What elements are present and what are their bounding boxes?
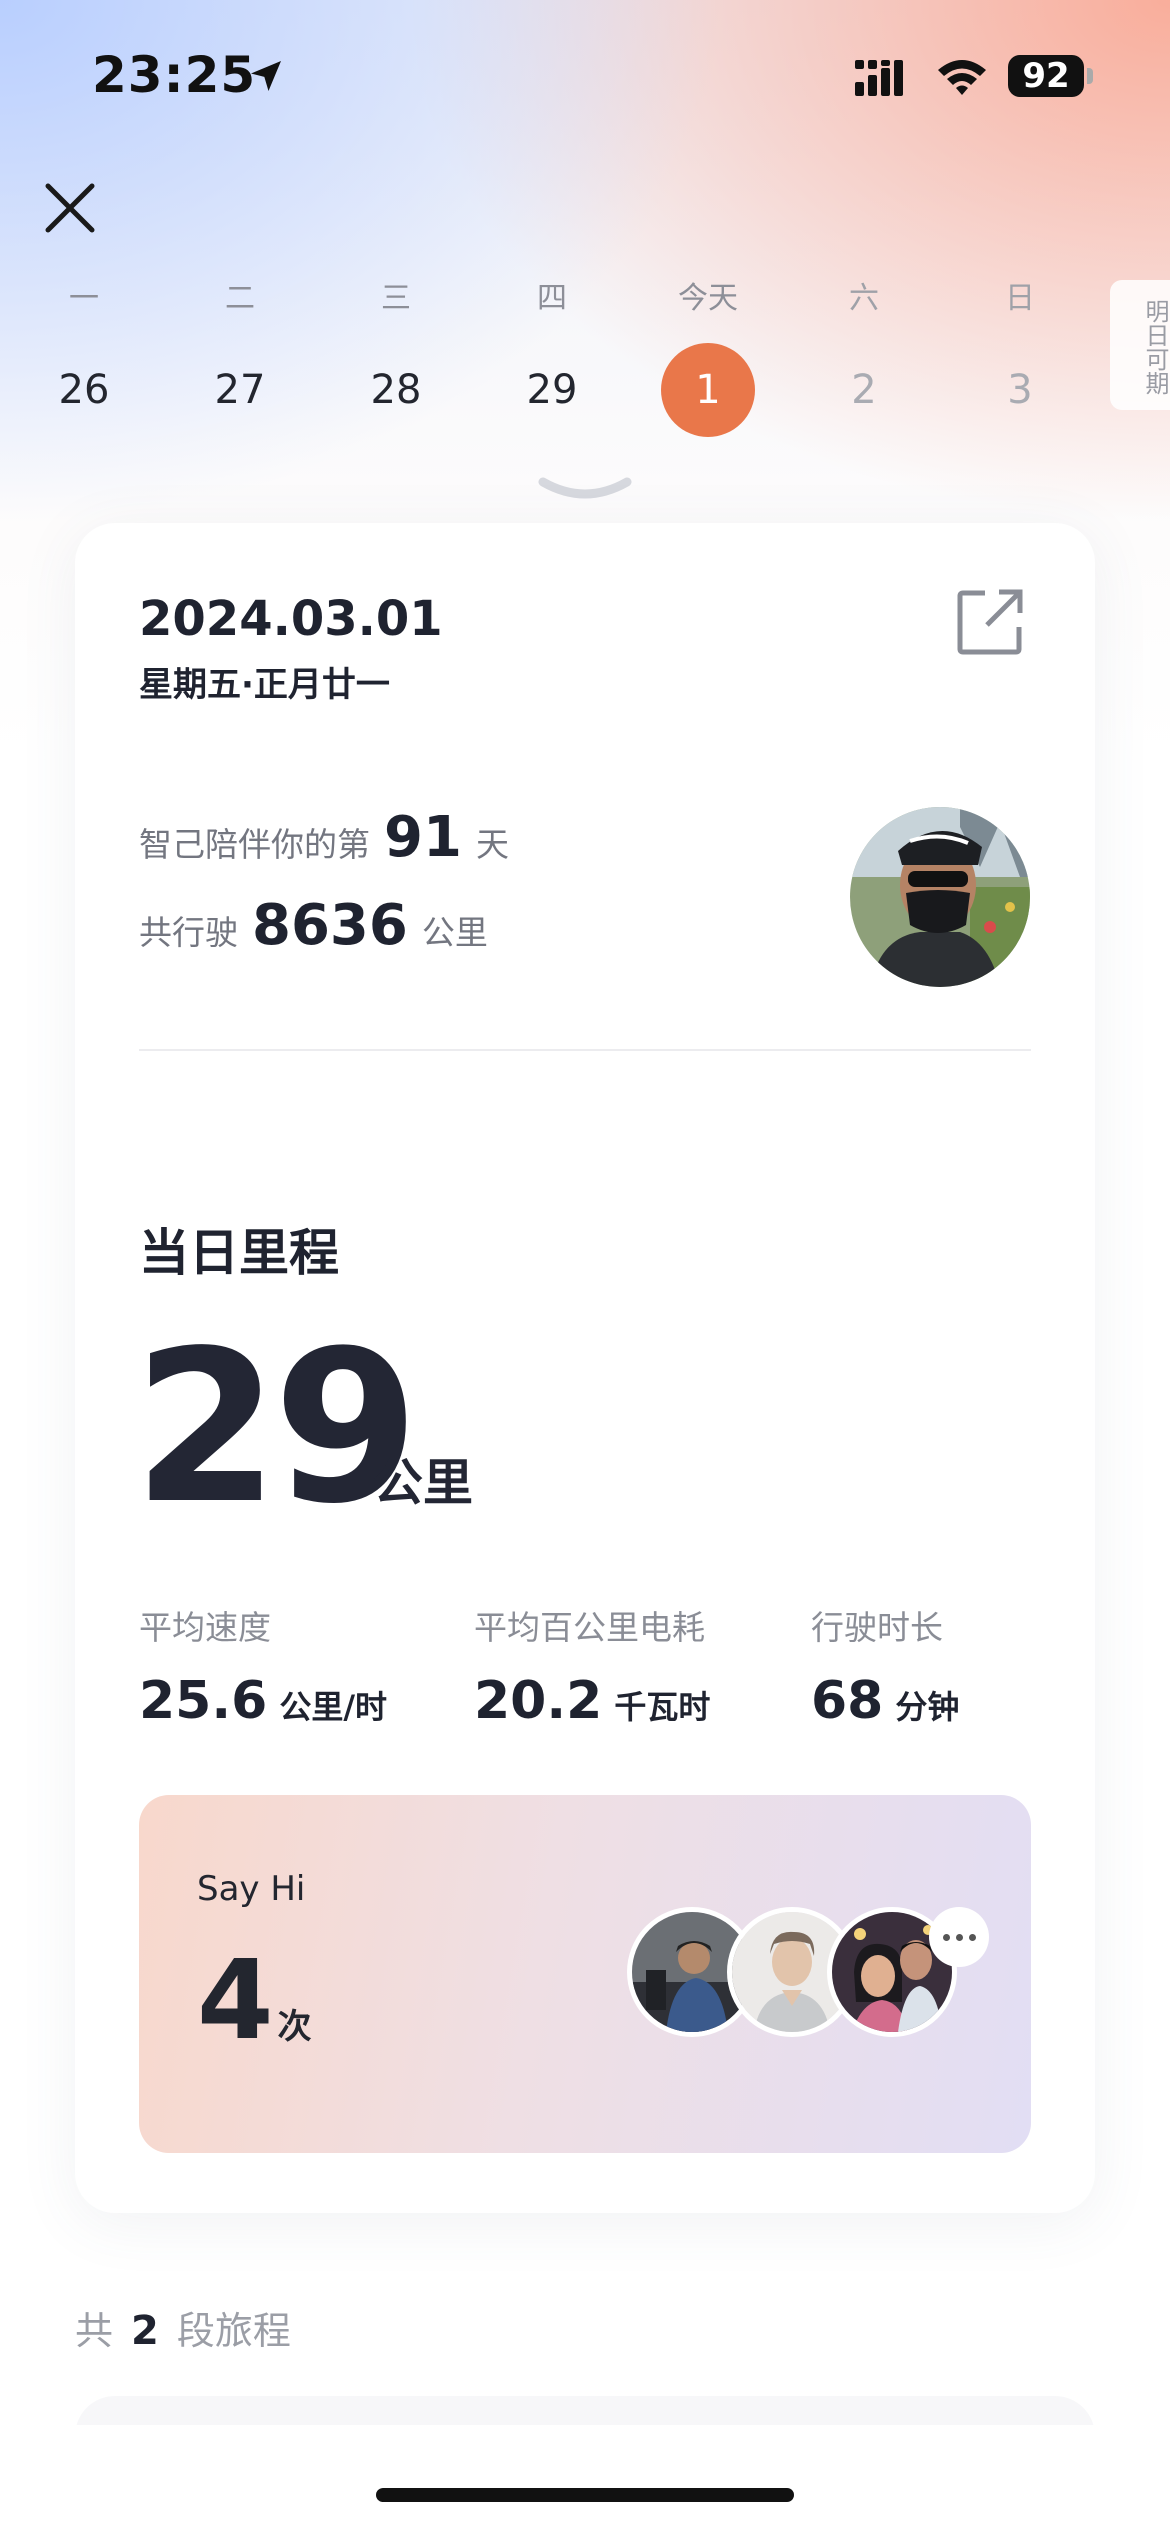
total-distance-value: 8636: [252, 893, 408, 958]
date-subtitle: 星期五·正月廿一: [139, 665, 390, 705]
day-today[interactable]: 今天 1: [648, 275, 768, 437]
stat-value-row: 20.2 千瓦时: [474, 1671, 710, 1731]
stat-unit: 分钟: [895, 1688, 960, 1726]
day-label: 三: [381, 281, 411, 316]
trips-count-heading: 共 2 段旅程: [75, 2300, 291, 2355]
day-thu[interactable]: 四 29: [492, 275, 612, 437]
companion-days-value: 91: [384, 805, 462, 870]
status-bar: 23:25 92: [0, 0, 1170, 150]
user-avatar[interactable]: [850, 807, 1030, 987]
share-icon[interactable]: [955, 587, 1025, 657]
day-number: 27: [214, 367, 266, 413]
trips-suffix: 段旅程: [176, 2309, 291, 2353]
stat-energy-consumption: 平均百公里电耗 20.2 千瓦时: [474, 1601, 710, 1731]
day-number: 26: [58, 367, 110, 413]
total-prefix: 共行驶: [139, 913, 238, 952]
stat-value-row: 68 分钟: [811, 1671, 959, 1731]
home-indicator[interactable]: [376, 2488, 794, 2502]
day-wed[interactable]: 三 28: [336, 275, 456, 437]
stat-label: 平均百公里电耗: [474, 1608, 705, 1647]
day-label: 六: [849, 281, 879, 316]
stat-value: 25.6: [139, 1671, 268, 1731]
week-date-strip: 一 26 二 27 三 28 四 29 今天 1 六 2 日 3: [0, 275, 1170, 455]
cellular-signal-icon: [855, 60, 903, 96]
tomorrow-hint-tab: 明日可期: [1110, 280, 1170, 410]
bottom-safe-area: [0, 2425, 1170, 2532]
stat-label: 行驶时长: [811, 1608, 943, 1647]
total-distance-line: 共行驶 8636 公里: [139, 893, 488, 958]
close-icon[interactable]: [44, 182, 96, 234]
daily-mileage-unit: 公里: [373, 1454, 473, 1512]
stat-unit: 千瓦时: [614, 1688, 711, 1726]
companion-days-line: 智己陪伴你的第 91 天: [139, 805, 509, 870]
day-label: 四: [537, 281, 567, 316]
stat-value-row: 25.6 公里/时: [139, 1671, 387, 1731]
day-number-selected: 1: [661, 343, 755, 437]
say-hi-count-value: 4: [197, 1936, 274, 2064]
companion-prefix: 智己陪伴你的第: [139, 825, 370, 864]
day-tue[interactable]: 二 27: [180, 275, 300, 437]
stat-drive-duration: 行驶时长 68 分钟: [811, 1601, 959, 1731]
wifi-icon: [938, 60, 986, 95]
daily-mileage-value: 29: [133, 1305, 419, 1550]
day-label: 二: [225, 281, 255, 316]
say-hi-count: 4 次: [197, 1945, 312, 2055]
stat-value: 68: [811, 1671, 884, 1731]
location-arrow-icon: [251, 61, 281, 91]
status-time: 23:25: [92, 46, 257, 104]
say-hi-panel[interactable]: Say Hi 4 次: [139, 1795, 1031, 2153]
more-dots-icon[interactable]: [929, 1907, 989, 1967]
battery-indicator: 92: [1008, 55, 1084, 97]
day-sun: 日 3: [960, 275, 1080, 437]
companion-suffix: 天: [475, 825, 509, 864]
daily-mileage-title: 当日里程: [139, 1224, 339, 1282]
stat-value: 20.2: [474, 1671, 603, 1731]
stat-avg-speed: 平均速度 25.6 公里/时: [139, 1601, 387, 1731]
total-distance-unit: 公里: [421, 913, 488, 952]
trips-prefix: 共: [75, 2309, 114, 2353]
daily-summary-card: 2024.03.01 星期五·正月廿一 智己陪伴你的第 91 天 共行驶 863…: [75, 523, 1095, 2213]
stat-unit: 公里/时: [279, 1688, 388, 1726]
chevron-down-icon[interactable]: [537, 476, 633, 504]
date-title: 2024.03.01: [139, 591, 443, 647]
day-number: 2: [851, 367, 877, 413]
day-number: 28: [370, 367, 422, 413]
stat-label: 平均速度: [139, 1608, 271, 1647]
day-label: 一: [69, 281, 99, 316]
divider: [139, 1049, 1031, 1051]
day-number: 3: [1007, 367, 1033, 413]
day-sat: 六 2: [804, 275, 924, 437]
day-number: 29: [526, 367, 578, 413]
battery-cap: [1087, 68, 1093, 84]
say-hi-count-unit: 次: [277, 2007, 312, 2047]
day-label: 今天: [678, 281, 738, 316]
day-label: 日: [1005, 281, 1035, 316]
day-mon[interactable]: 一 26: [24, 275, 144, 437]
say-hi-title: Say Hi: [197, 1869, 306, 1909]
trips-count-value: 2: [131, 2308, 159, 2354]
